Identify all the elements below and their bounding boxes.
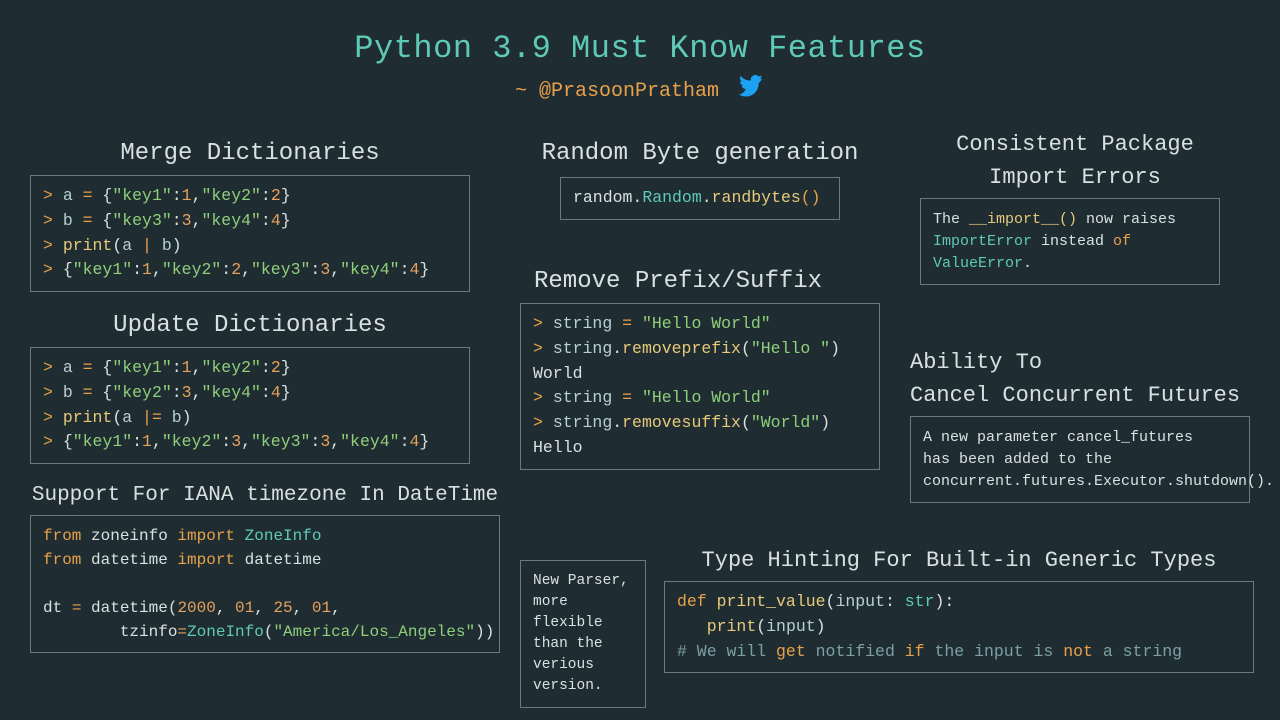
author-handle: @PrasoonPratham bbox=[539, 80, 719, 103]
author-line: ~ @PrasoonPratham bbox=[0, 75, 1280, 106]
import-errors-title1: Consistent Package bbox=[920, 132, 1230, 157]
import-errors-text: The __import__() now raises ImportError … bbox=[920, 198, 1220, 285]
import-errors-title2: Import Errors bbox=[920, 165, 1230, 190]
update-title: Update Dictionaries bbox=[30, 312, 470, 339]
iana-title: Support For IANA timezone In DateTime bbox=[30, 484, 500, 507]
update-code: > a = {"key1":1,"key2":2} > b = {"key2":… bbox=[30, 347, 470, 464]
cancel-title2: Cancel Concurrent Futures bbox=[910, 383, 1250, 408]
parser-note: New Parser, more flexible than the verio… bbox=[520, 560, 646, 708]
merge-title: Merge Dictionaries bbox=[30, 140, 470, 167]
author-prefix: ~ bbox=[515, 80, 539, 103]
typehint-code: def print_value(input: str): print(input… bbox=[664, 581, 1254, 673]
merge-code: > a = {"key1":1,"key2":2} > b = {"key3":… bbox=[30, 175, 470, 292]
prefix-title: Remove Prefix/Suffix bbox=[534, 268, 880, 295]
twitter-icon bbox=[737, 75, 765, 106]
cancel-title1: Ability To bbox=[910, 350, 1250, 375]
cancel-text: A new parameter cancel_futures has been … bbox=[910, 416, 1250, 503]
randbytes-title: Random Byte generation bbox=[515, 140, 885, 167]
prefix-code: > string = "Hello World" > string.remove… bbox=[520, 303, 880, 470]
page-title: Python 3.9 Must Know Features bbox=[0, 0, 1280, 67]
randbytes-code: random.Random.randbytes() bbox=[560, 177, 840, 220]
iana-code: from zoneinfo import ZoneInfo from datet… bbox=[30, 515, 500, 653]
typehint-title: Type Hinting For Built-in Generic Types bbox=[664, 548, 1254, 573]
